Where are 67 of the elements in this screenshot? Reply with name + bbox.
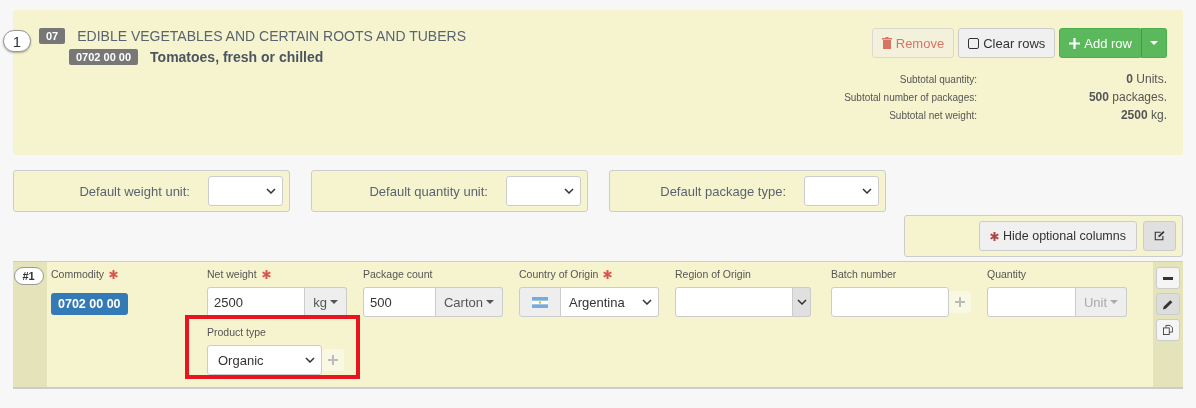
combo-dropdown-button[interactable] [793,287,811,317]
setting-label: Default quantity unit: [369,183,488,199]
commodity-code-badge: 0702 00 00 [51,293,128,315]
square-icon [968,37,980,49]
subtotal-label: Subtotal number of packages: [844,92,977,103]
field-label: Commodity [51,268,105,280]
setting-label: Default package type: [660,183,786,199]
remove-row-button[interactable] [1156,267,1180,289]
edit-button[interactable] [1143,221,1176,251]
plus-icon [328,355,338,365]
edit-icon [1154,230,1165,242]
text-input[interactable]: 500 [363,287,436,317]
setting-label: Default weight unit: [79,183,190,199]
edit-row-button[interactable] [1156,293,1180,315]
unit-dropdown[interactable]: kg [305,287,347,317]
minus-icon [1163,276,1173,280]
caret-icon [1110,300,1118,304]
chevron-down-icon [564,188,574,194]
argentina-flag-icon [532,296,548,308]
select-field[interactable] [208,176,283,206]
caret-icon [1150,41,1158,45]
commodity-code-tag: 0702 00 00 [69,49,139,65]
region-combo-input[interactable] [675,287,793,317]
chevron-down-icon [642,299,652,305]
chevron-down-icon [796,299,807,305]
commodity-title: Tomatoes, fresh or chilled [150,49,324,65]
field-label: Batch number [831,268,897,280]
trash-icon [881,37,892,49]
add-button[interactable] [322,349,344,371]
product-type-select[interactable]: Organic [207,345,322,375]
plus-icon [955,297,965,307]
copy-row-button[interactable] [1156,319,1180,341]
copy-icon [1163,324,1173,336]
chevron-down-icon [862,188,872,194]
select-field[interactable] [804,176,879,206]
row-number: #1 [13,267,44,285]
caret-icon [486,300,494,304]
chapter-code-tag: 07 [39,28,66,44]
field-label: Region of Origin [675,268,751,280]
subtotal-value: 500 packages. [1087,90,1167,104]
hide-optional-columns-button[interactable]: Hide optional columns [979,221,1137,251]
subtotal-label: Subtotal quantity: [898,74,977,85]
field-label: Country of Origin [519,268,599,280]
caret-icon [330,300,338,304]
subtotal-value: 0 Units. [1125,72,1167,86]
subtotal-value: 2500 kg. [1119,108,1167,122]
chapter-title: EDIBLE VEGETABLES AND CERTAIN ROOTS AND TUBERS [77,28,466,44]
batch-number-input[interactable] [831,287,949,317]
field-label: Net weight [207,268,257,280]
chevron-down-icon [266,188,276,194]
text-input[interactable] [987,287,1076,317]
text-input[interactable]: 2500 [207,287,306,317]
field-label: Product type [207,326,266,338]
field-label: Quantity [987,268,1027,280]
field-label: Package count [363,268,433,280]
section-number: 1 [3,30,31,52]
dropdown-toggle[interactable] [1141,28,1167,58]
asterisk-icon [990,231,999,241]
clear-button[interactable]: Clear rows [958,28,1056,58]
plus-icon [1069,37,1081,49]
chevron-down-icon [305,357,315,363]
subtotal-label: Subtotal net weight: [888,110,977,121]
select-field[interactable] [506,176,581,206]
country-select[interactable]: Argentina [561,287,659,317]
add-button[interactable] [949,291,971,313]
unit-dropdown[interactable]: Carton [435,287,503,317]
pencil-icon [1163,298,1173,310]
